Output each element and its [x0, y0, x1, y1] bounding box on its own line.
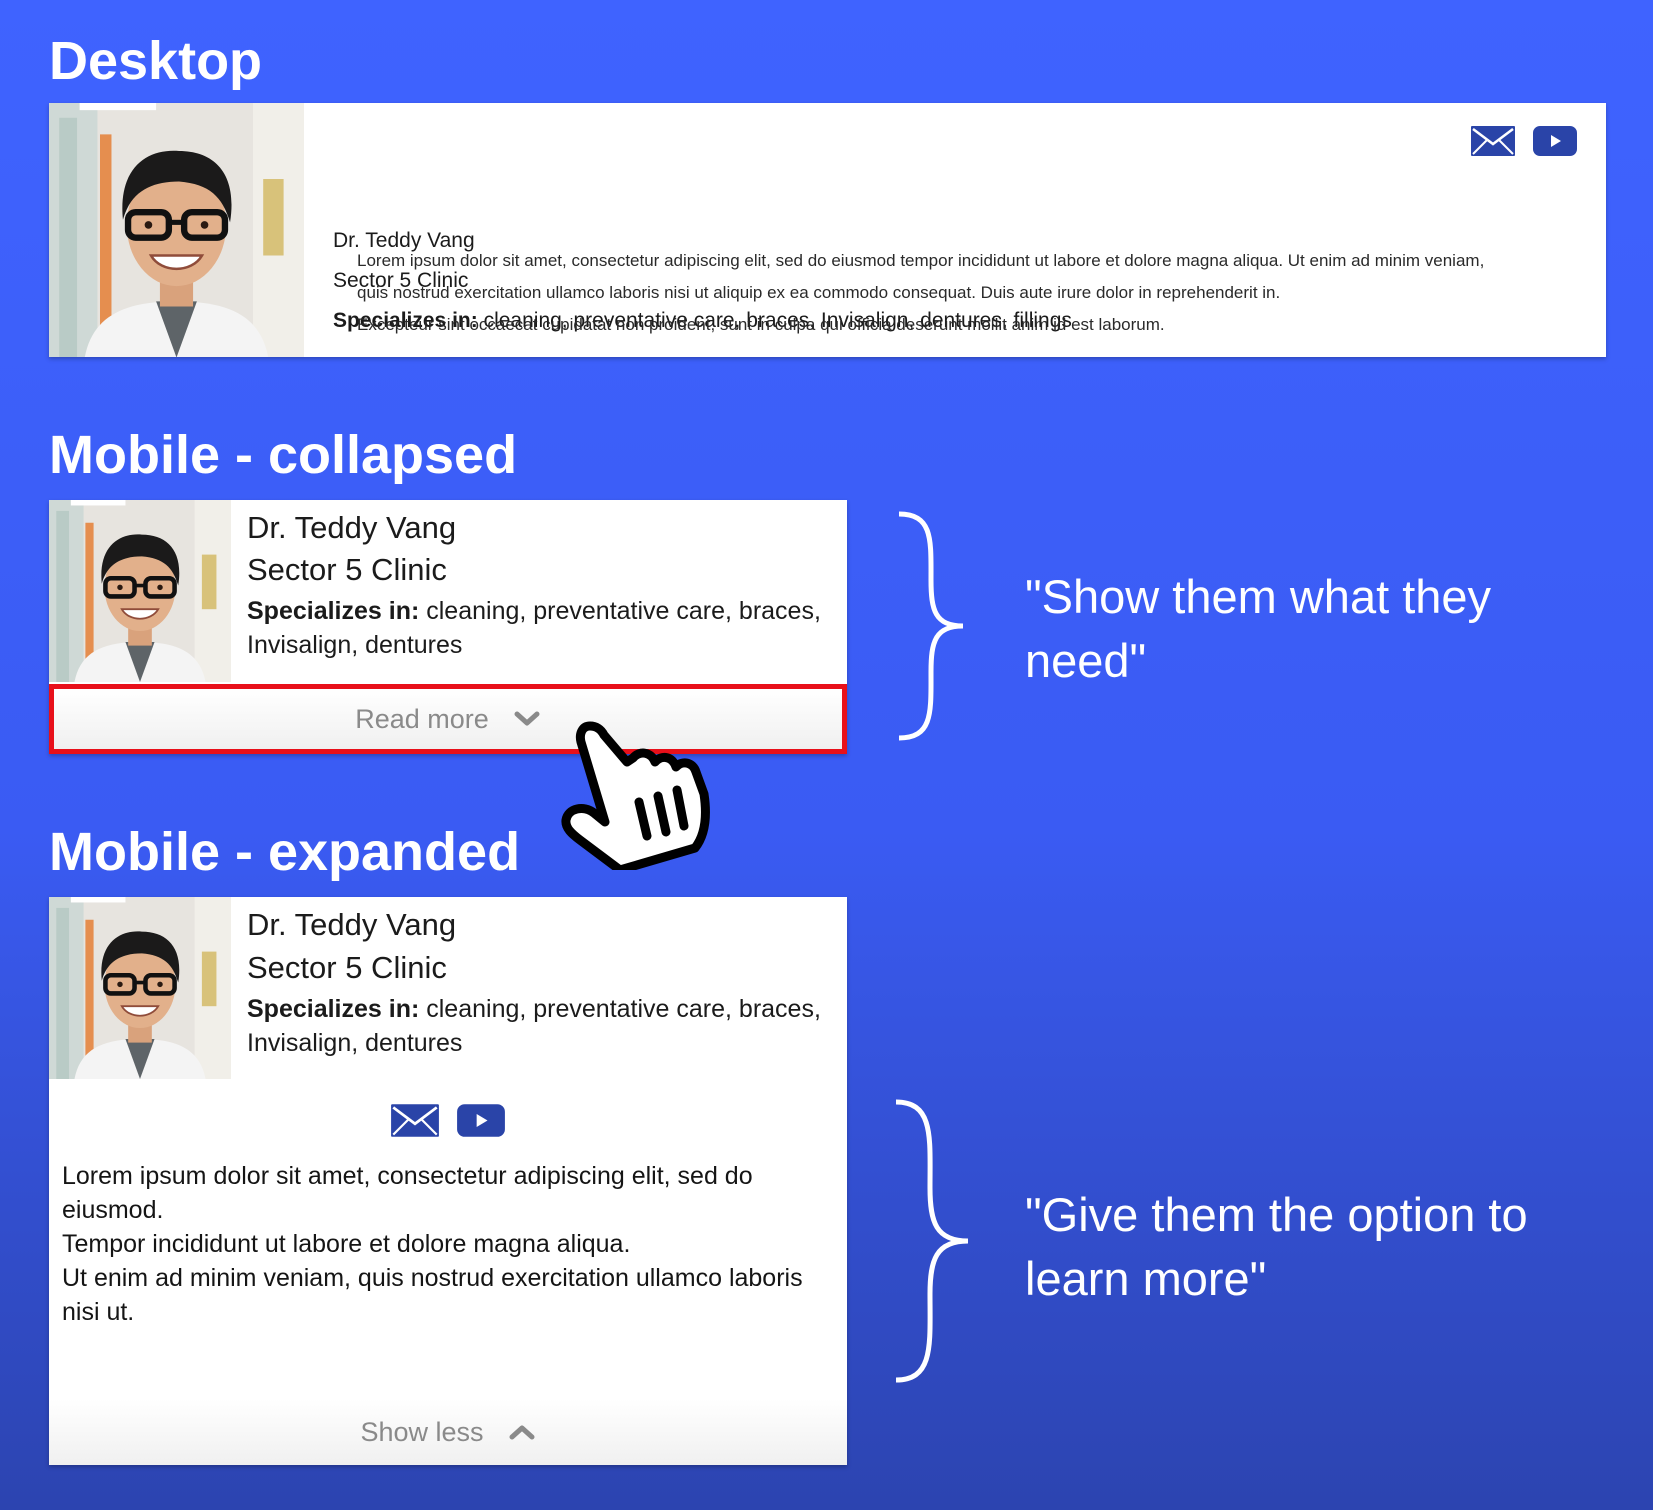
doctor-name: Dr. Teddy Vang	[247, 907, 457, 942]
bio-line: Ut enim ad minim veniam, quis nostrud ex…	[62, 1264, 803, 1326]
chevron-up-icon	[508, 1423, 536, 1441]
mobile-collapsed-doctor-card: Dr. Teddy Vang Sector 5 Clinic Specializ…	[49, 500, 847, 754]
curly-brace-icon	[890, 1098, 978, 1384]
curly-brace-icon	[893, 510, 973, 742]
specialties: Specializes in: cleaning, preventative c…	[247, 594, 827, 662]
desktop-doctor-card: Dr. Teddy Vang Sector 5 Clinic Specializ…	[49, 103, 1606, 357]
doctor-bio: Lorem ipsum dolor sit amet, consectetur …	[62, 1159, 822, 1329]
read-more-label: Read more	[355, 703, 489, 734]
expanded-annotation: "Give them the option to learn more"	[1025, 1188, 1528, 1305]
clinic-name: Sector 5 Clinic	[247, 552, 447, 587]
mobile-expanded-doctor-card: Dr. Teddy Vang Sector 5 Clinic Specializ…	[49, 897, 847, 1465]
bio-line: Lorem ipsum dolor sit amet, consectetur …	[357, 251, 1485, 270]
section-title-mobile-collapsed: Mobile - collapsed	[49, 425, 518, 485]
show-less-label: Show less	[360, 1416, 484, 1447]
mail-icon[interactable]	[390, 1103, 440, 1138]
doctor-bio: Lorem ipsum dolor sit amet, consectetur …	[357, 245, 1587, 341]
collapsed-annotation: "Show them what they need"	[1025, 570, 1492, 687]
clinic-name: Sector 5 Clinic	[247, 950, 447, 985]
bio-line: Excepteur sint occaecat cupidatat non pr…	[357, 315, 1165, 334]
section-title-desktop: Desktop	[49, 31, 263, 91]
doctor-photo	[49, 500, 231, 682]
bio-line: quis nostrud exercitation ullamco labori…	[357, 283, 1281, 302]
specialties: Specializes in: cleaning, preventative c…	[247, 992, 827, 1060]
hand-cursor-icon	[560, 710, 710, 875]
read-more-button[interactable]: Read more	[49, 684, 847, 754]
mail-icon[interactable]	[1470, 125, 1516, 157]
bio-line: Lorem ipsum dolor sit amet, consectetur …	[62, 1162, 753, 1224]
show-less-button[interactable]: Show less	[49, 1399, 847, 1465]
bio-line: Tempor incididunt ut labore et dolore ma…	[62, 1230, 631, 1258]
doctor-photo	[49, 103, 304, 357]
youtube-icon[interactable]	[456, 1103, 506, 1138]
youtube-icon[interactable]	[1532, 125, 1578, 157]
doctor-name: Dr. Teddy Vang	[247, 510, 457, 545]
specialties-label: Specializes in:	[247, 597, 420, 625]
section-title-mobile-expanded: Mobile - expanded	[49, 822, 521, 882]
specialties-label: Specializes in:	[247, 995, 420, 1023]
doctor-photo	[49, 897, 231, 1079]
chevron-down-icon	[513, 710, 541, 728]
